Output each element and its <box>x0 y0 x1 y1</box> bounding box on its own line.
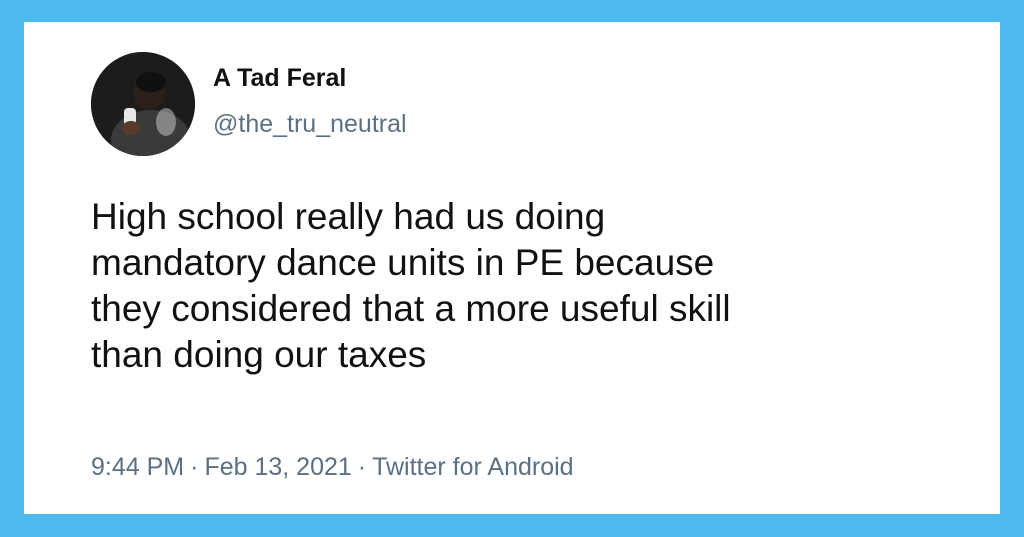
tweet-text-line: High school really had us doing <box>91 196 606 237</box>
separator-dot: · <box>357 453 367 481</box>
tweet-card: A Tad Feral @the_tru_neutral High school… <box>24 22 1000 514</box>
tweet-time[interactable]: 9:44 PM <box>91 453 184 481</box>
author-handle[interactable]: @the_tru_neutral <box>213 112 407 137</box>
tweet-text-line: than doing our taxes <box>91 334 427 375</box>
profile-photo-icon <box>91 52 195 156</box>
tweet-text-line: mandatory dance units in PE because <box>91 242 715 283</box>
author-display-name[interactable]: A Tad Feral <box>213 66 346 91</box>
separator-dot: · <box>190 453 199 481</box>
tweet-metadata: 9:44 PM · Feb 13, 2021 · Twitter for Android <box>91 455 574 480</box>
tweet-text: High school really had us doing mandator… <box>91 194 951 378</box>
tweet-source[interactable]: Twitter for Android <box>372 453 573 481</box>
tweet-text-line: they considered that a more useful skill <box>91 288 731 329</box>
tweet-date[interactable]: Feb 13, 2021 <box>204 453 351 481</box>
avatar[interactable] <box>91 52 195 156</box>
